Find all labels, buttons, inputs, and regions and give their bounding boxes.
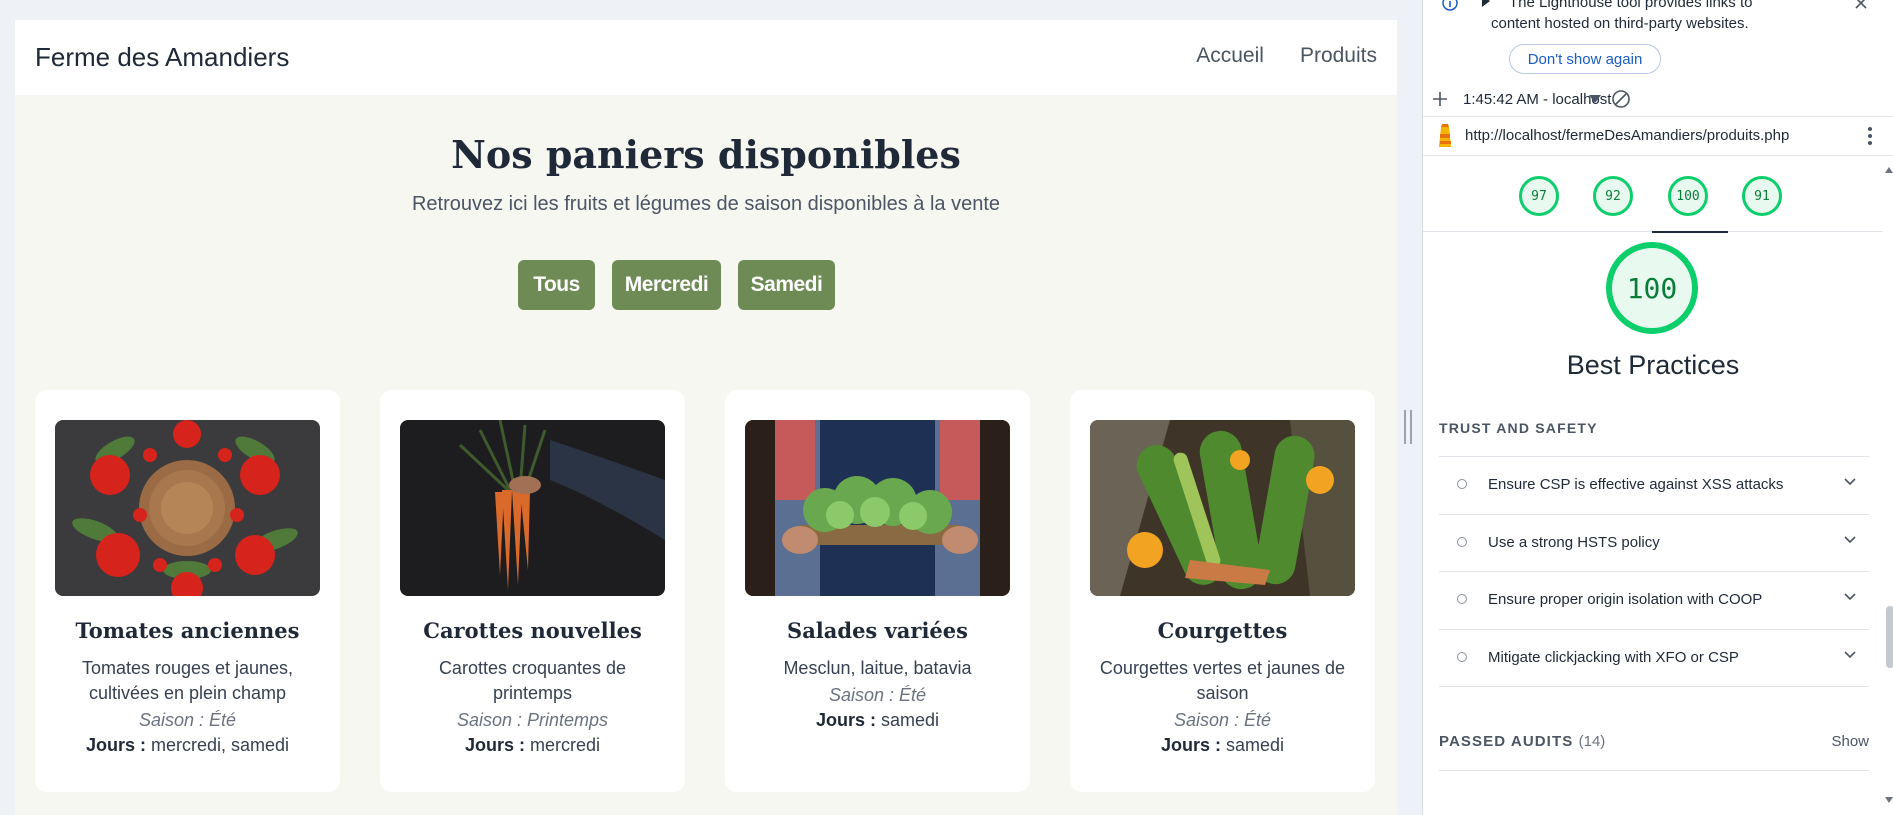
close-icon[interactable] bbox=[1853, 0, 1869, 11]
days-value: mercredi bbox=[530, 735, 601, 755]
audit-label: Mitigate clickjacking with XFO or CSP bbox=[1488, 649, 1739, 666]
panel-scrollbar[interactable] bbox=[1883, 156, 1893, 815]
passed-audits-count: (14) bbox=[1578, 733, 1606, 750]
audit-status-icon bbox=[1457, 652, 1467, 662]
lighthouse-logo-icon bbox=[1439, 124, 1451, 147]
chevron-down-icon bbox=[1844, 651, 1856, 659]
days-value: mercredi, samedi bbox=[150, 735, 290, 755]
category-tabs bbox=[1423, 156, 1883, 232]
product-title: Courgettes bbox=[1157, 618, 1288, 643]
product-image-salades bbox=[745, 420, 1010, 596]
product-season: Saison : Printemps bbox=[456, 710, 609, 730]
product-days: Jours : samedi bbox=[725, 710, 1030, 731]
nav-links: Accueil Produits bbox=[1196, 44, 1377, 68]
product-description: Tomates rouges et jaunes, cultivées en p… bbox=[81, 658, 294, 703]
product-title: Carottes nouvelles bbox=[423, 618, 642, 643]
scroll-up-icon[interactable] bbox=[1884, 166, 1893, 174]
info-icon bbox=[1442, 0, 1458, 11]
days-label: Jours : bbox=[1160, 735, 1221, 755]
scroll-down-icon[interactable] bbox=[1884, 796, 1893, 804]
product-image-courgettes bbox=[1090, 420, 1355, 596]
filter-saturday-button[interactable]: Samedi bbox=[738, 260, 835, 310]
days-value: samedi bbox=[881, 710, 940, 730]
product-days: Jours : samedi bbox=[1070, 735, 1375, 756]
chevron-down-icon bbox=[1844, 593, 1856, 601]
audit-row-coop[interactable]: Ensure proper origin isolation with COOP bbox=[1439, 571, 1869, 629]
page-title: Nos paniers disponibles bbox=[451, 132, 961, 177]
product-description: Carottes croquantes de printemps bbox=[438, 658, 627, 703]
audit-row-xfo[interactable]: Mitigate clickjacking with XFO or CSP bbox=[1439, 629, 1869, 687]
product-description: Courgettes vertes et jaunes de saison bbox=[1099, 658, 1346, 703]
nav-link-produits[interactable]: Produits bbox=[1300, 44, 1377, 68]
notice-line-1: The Lighthouse tool provides links to bbox=[1509, 0, 1753, 11]
notice-line-2: content hosted on third-party websites. bbox=[1491, 15, 1749, 32]
gauge-best-practices[interactable]: 100 bbox=[1668, 176, 1708, 216]
lighthouse-panel: The Lighthouse tool provides links to co… bbox=[1422, 0, 1893, 815]
product-image-carottes bbox=[400, 420, 665, 596]
gauge-seo[interactable]: 91 bbox=[1742, 176, 1782, 216]
product-image-tomates bbox=[55, 420, 320, 596]
product-card-carottes: Carottes nouvelles Carottes croquantes d… bbox=[380, 390, 685, 792]
passed-audits-label: PASSED AUDITS bbox=[1439, 733, 1574, 750]
product-season: Saison : Été bbox=[138, 710, 237, 730]
passed-audits-header[interactable]: PASSED AUDITS (14) Show bbox=[1439, 730, 1869, 771]
product-title: Salades variées bbox=[787, 618, 968, 643]
audit-row-csp[interactable]: Ensure CSP is effective against XSS atta… bbox=[1439, 456, 1869, 514]
lighthouse-toolbar: 1:45:42 AM - localhost bbox=[1423, 84, 1893, 117]
days-value: samedi bbox=[1226, 735, 1285, 755]
product-card-courgettes: Courgettes Courgettes vertes et jaunes d… bbox=[1070, 390, 1375, 792]
audit-group-title: TRUST AND SAFETY bbox=[1439, 420, 1598, 436]
filter-wednesday-button[interactable]: Mercredi bbox=[612, 260, 721, 310]
passed-audits-title: PASSED AUDITS (14) bbox=[1439, 733, 1605, 750]
filter-buttons: Tous Mercredi Samedi bbox=[518, 260, 835, 310]
audit-status-icon bbox=[1457, 479, 1467, 489]
active-tab-indicator bbox=[1652, 231, 1728, 233]
chevron-down-icon bbox=[1844, 478, 1856, 486]
site-navbar: Ferme des Amandiers Accueil Produits bbox=[15, 20, 1397, 95]
audit-status-icon bbox=[1457, 537, 1467, 547]
expand-arrow-icon[interactable] bbox=[1481, 0, 1491, 8]
page-subtitle: Retrouvez ici les fruits et légumes de s… bbox=[411, 193, 1001, 215]
audit-status-icon bbox=[1457, 594, 1467, 604]
panel-splitter[interactable] bbox=[1397, 0, 1422, 815]
dropdown-arrow-icon[interactable] bbox=[1588, 94, 1602, 104]
audit-label: Ensure CSP is effective against XSS atta… bbox=[1488, 476, 1784, 493]
more-options-icon[interactable] bbox=[1867, 126, 1873, 146]
product-days: Jours : mercredi, samedi bbox=[35, 735, 340, 756]
nav-link-accueil[interactable]: Accueil bbox=[1196, 44, 1264, 68]
days-label: Jours : bbox=[464, 735, 525, 755]
product-title: Tomates anciennes bbox=[75, 618, 300, 643]
product-season: Saison : Été bbox=[828, 685, 927, 705]
site-brand[interactable]: Ferme des Amandiers bbox=[35, 42, 289, 73]
product-days: Jours : mercredi bbox=[380, 735, 685, 756]
plus-icon[interactable] bbox=[1431, 90, 1449, 108]
drag-handle-icon[interactable] bbox=[1404, 410, 1414, 444]
chevron-down-icon bbox=[1844, 536, 1856, 544]
filter-all-button[interactable]: Tous bbox=[518, 260, 595, 310]
days-label: Jours : bbox=[85, 735, 146, 755]
product-season: Saison : Été bbox=[1173, 710, 1272, 730]
scroll-thumb[interactable] bbox=[1886, 606, 1893, 668]
clear-icon[interactable] bbox=[1611, 89, 1631, 109]
audit-label: Ensure proper origin isolation with COOP bbox=[1488, 591, 1763, 608]
category-title: Best Practices bbox=[1566, 350, 1740, 380]
passed-audits-section bbox=[1439, 686, 1869, 687]
days-label: Jours : bbox=[815, 710, 876, 730]
gauge-performance[interactable]: 97 bbox=[1519, 176, 1559, 216]
website-viewport: Ferme des Amandiers Accueil Produits Nos… bbox=[15, 20, 1397, 815]
third-party-notice: The Lighthouse tool provides links to co… bbox=[1423, 0, 1893, 74]
audit-label: Use a strong HSTS policy bbox=[1488, 534, 1660, 551]
gauge-accessibility[interactable]: 92 bbox=[1593, 176, 1633, 216]
dont-show-again-button[interactable]: Don't show again bbox=[1509, 44, 1661, 74]
audit-row-hsts[interactable]: Use a strong HSTS policy bbox=[1439, 514, 1869, 572]
product-card-salades: Salades variées Mesclun, laitue, batavia… bbox=[725, 390, 1030, 792]
report-url-bar: http://localhost/fermeDesAmandiers/produ… bbox=[1423, 117, 1893, 156]
show-passed-button[interactable]: Show bbox=[1831, 733, 1869, 750]
product-description: Mesclun, laitue, batavia bbox=[783, 658, 972, 678]
best-practices-score-gauge: 100 bbox=[1606, 242, 1698, 334]
report-url: http://localhost/fermeDesAmandiers/produ… bbox=[1465, 127, 1790, 144]
product-card-tomates: Tomates anciennes Tomates rouges et jaun… bbox=[35, 390, 340, 792]
